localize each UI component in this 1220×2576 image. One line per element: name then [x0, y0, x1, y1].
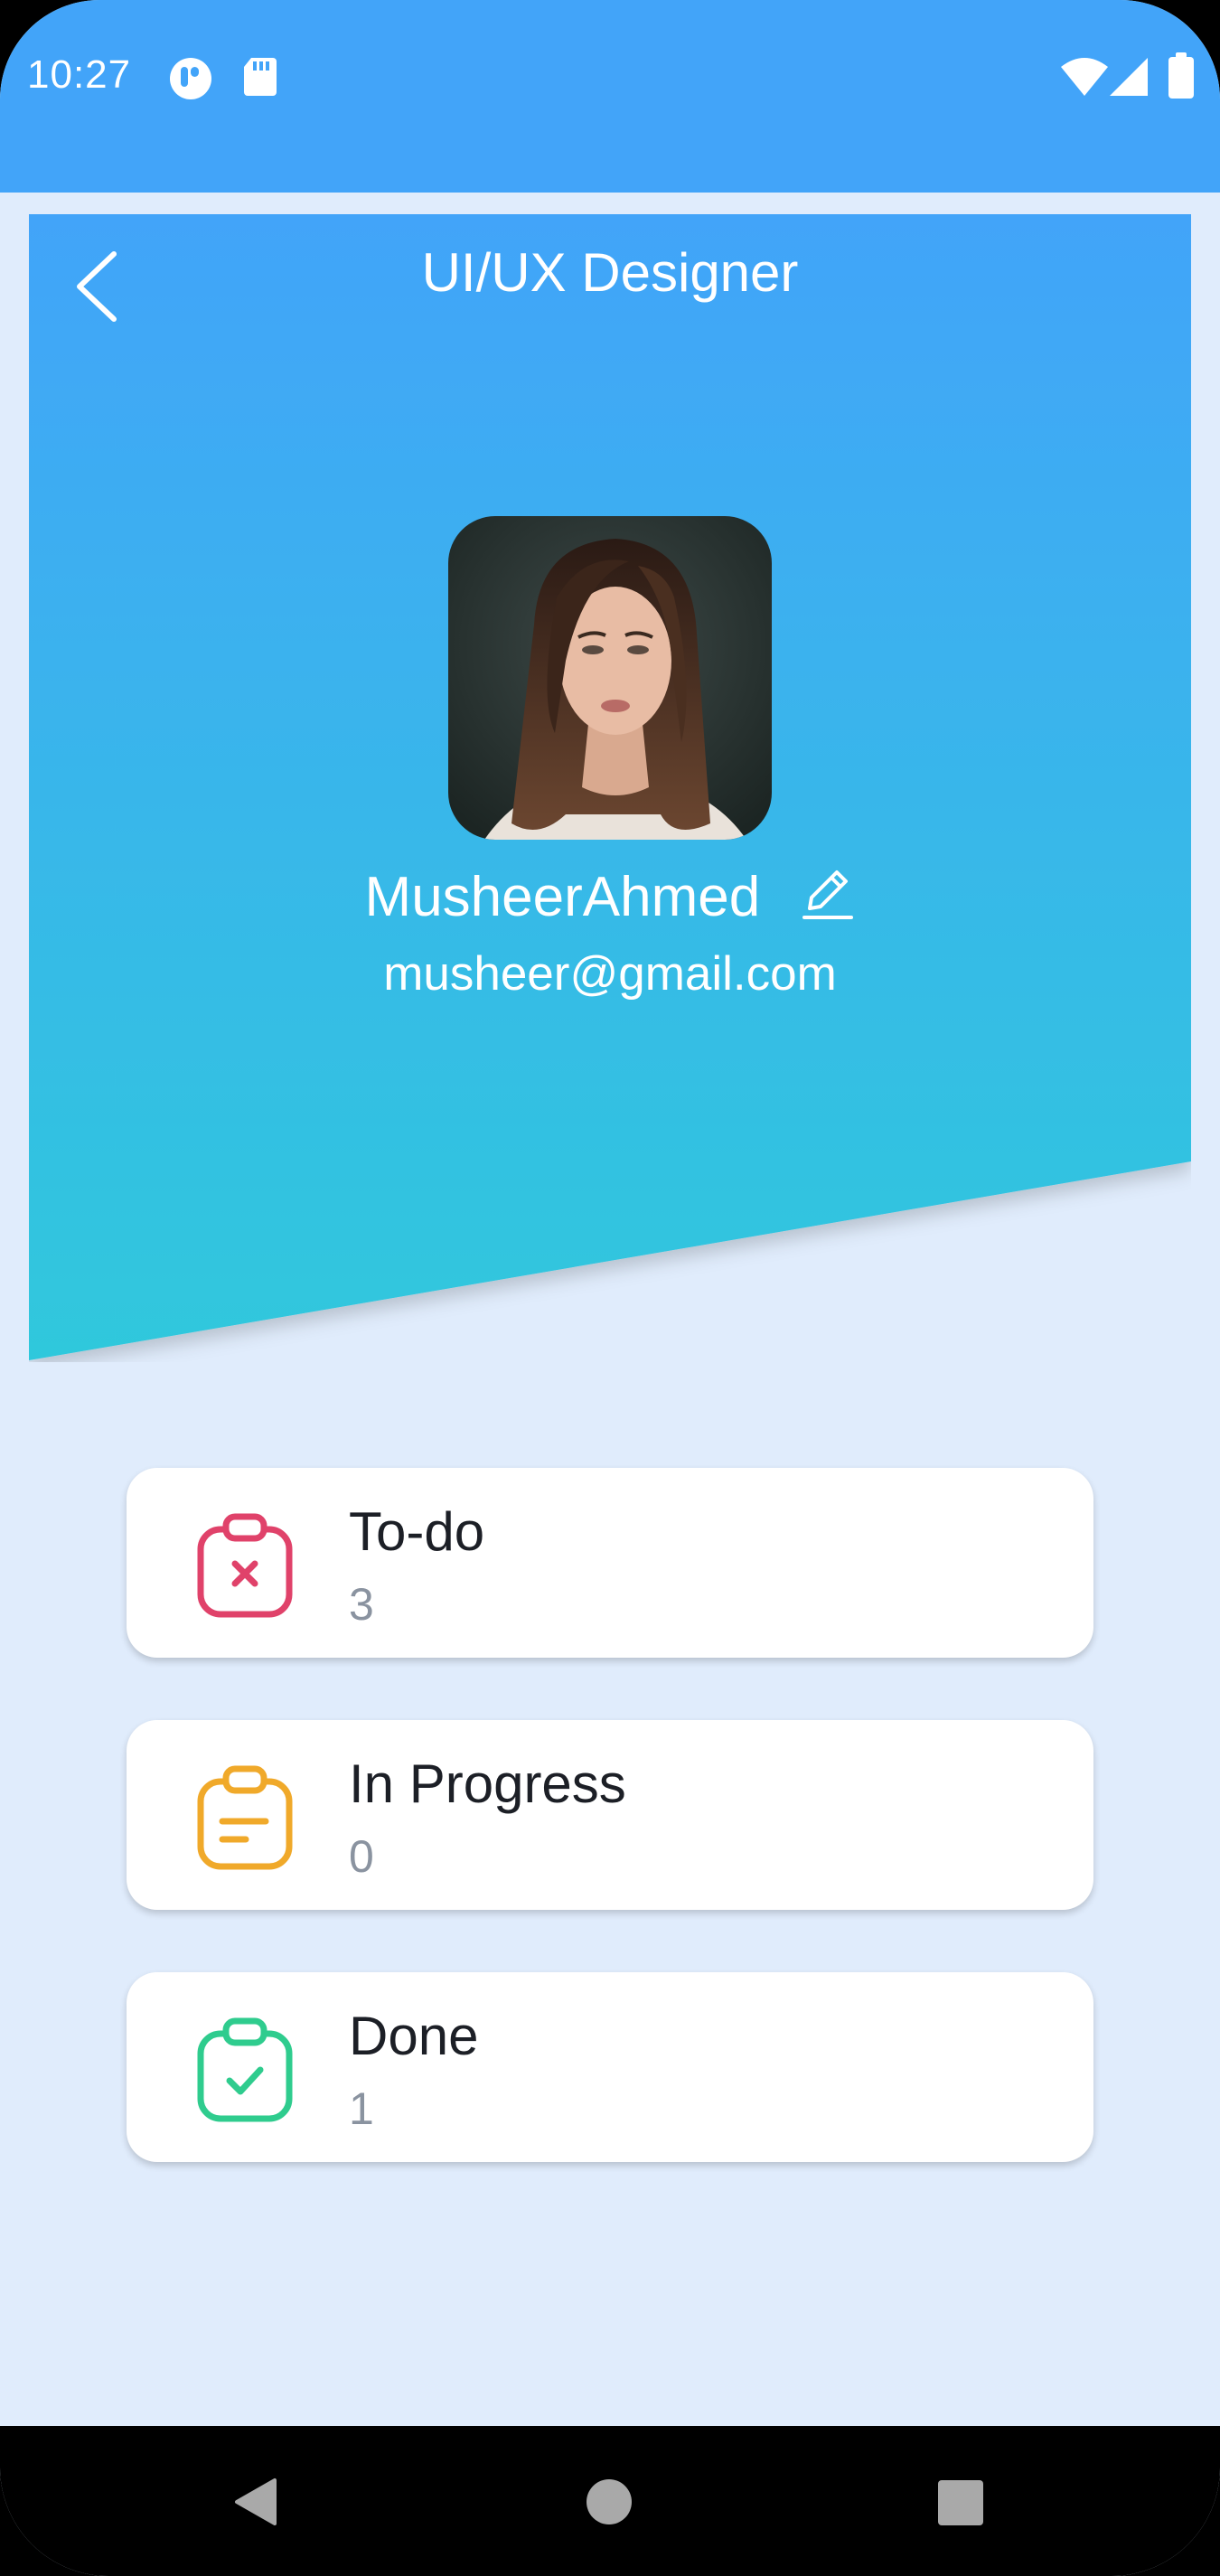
task-card-done[interactable]: Done 1 — [127, 1972, 1093, 2162]
cellular-signal-icon — [1110, 58, 1148, 96]
task-card-in-progress[interactable]: In Progress 0 — [127, 1720, 1093, 1910]
clipboard-check-icon — [197, 2017, 293, 2122]
task-card-count: 1 — [349, 2083, 374, 2134]
profile-name: MusheerAhmed — [364, 866, 761, 928]
clipboard-list-icon — [197, 1765, 293, 1870]
phone-screen: 10:27 UI/UX Designer MusheerAhmed mushee… — [0, 0, 1220, 2576]
page-title: UI/UX Designer — [421, 242, 799, 303]
status-time: 10:27 — [27, 52, 132, 97]
wifi-icon — [1061, 58, 1108, 96]
system-nav-bar — [0, 2426, 1220, 2576]
clipboard-x-icon — [197, 1513, 293, 1618]
back-triangle-icon[interactable] — [233, 2477, 278, 2527]
sd-card-icon — [244, 58, 277, 96]
profile-photo — [448, 516, 772, 840]
status-bar: 10:27 — [0, 0, 1220, 193]
task-card-label: To-do — [349, 1501, 485, 1562]
pencil-icon — [802, 870, 854, 919]
edit-profile-button[interactable] — [801, 867, 855, 923]
battery-icon — [1168, 52, 1194, 99]
home-circle-icon[interactable] — [586, 2478, 633, 2525]
task-card-count: 0 — [349, 1831, 374, 1882]
profile-email: musheer@gmail.com — [383, 947, 837, 1001]
avatar[interactable] — [448, 516, 772, 840]
profile-name-row: MusheerAhmed — [29, 865, 1191, 929]
profile-header: UI/UX Designer MusheerAhmed musheer@gmai… — [29, 214, 1191, 1362]
recents-square-icon[interactable] — [938, 2480, 983, 2525]
task-card-todo[interactable]: To-do 3 — [127, 1468, 1093, 1658]
app-notification-icon — [170, 58, 211, 99]
task-card-label: In Progress — [349, 1753, 626, 1814]
task-card-label: Done — [349, 2006, 479, 2066]
task-card-count: 3 — [349, 1579, 374, 1630]
